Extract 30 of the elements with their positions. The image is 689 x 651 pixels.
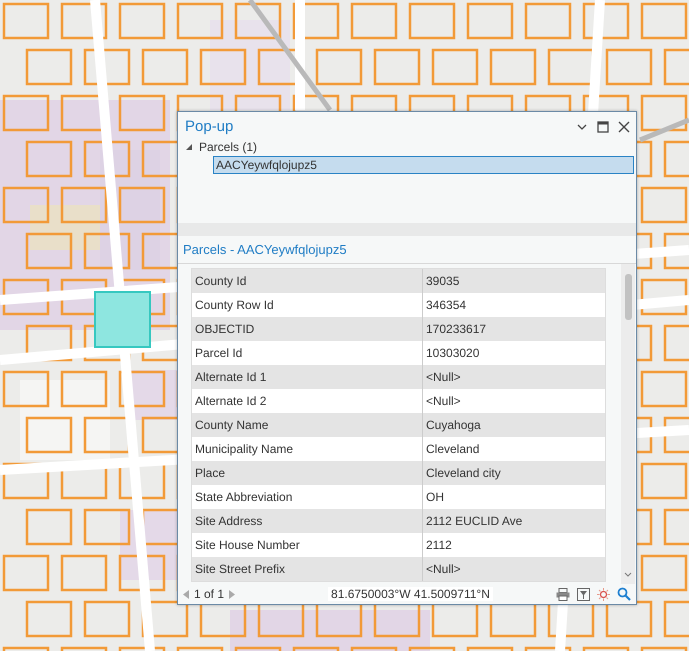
field-value: 39035: [425, 273, 460, 290]
field-value: <Null>: [425, 561, 462, 578]
page-counter: 1 of 1: [194, 587, 224, 601]
coordinates: 81.6750003°W 41.5009711°N: [328, 587, 493, 601]
maximize-icon[interactable]: [597, 120, 609, 132]
search-icon[interactable]: [617, 587, 631, 601]
field-value: 346354: [425, 297, 468, 314]
filter-icon[interactable]: [577, 588, 590, 600]
field-value: <Null>: [425, 393, 462, 410]
field-value: Cuyahoga: [425, 417, 482, 434]
field-name: Site Street Prefix: [192, 557, 423, 581]
flash-icon[interactable]: [597, 588, 610, 600]
close-icon[interactable]: [618, 120, 630, 132]
field-value: 2112: [425, 537, 453, 554]
previous-icon[interactable]: [183, 590, 189, 598]
field-value: <Null>: [425, 369, 462, 386]
printer-icon[interactable]: [556, 588, 570, 600]
next-icon[interactable]: [229, 590, 236, 598]
scrollbar-thumb[interactable]: [625, 274, 632, 320]
expanded-triangle-icon[interactable]: [185, 143, 193, 151]
feature-heading: Parcels - AACYeywfqlojupz5: [178, 236, 636, 264]
window-title: Pop-up: [185, 118, 234, 135]
tree-item[interactable]: AACYeywfqlojupz5: [213, 156, 634, 174]
tree-item[interactable]: Parcels (1): [199, 140, 258, 154]
field-value: 2112 EUCLID Ave: [425, 513, 524, 530]
field-value: Cleveland city: [425, 465, 502, 482]
field-value: 10303020: [425, 345, 480, 362]
field-value: 170233617: [425, 321, 488, 338]
field-value: Cleveland: [425, 441, 480, 458]
field-value: OH: [425, 489, 445, 506]
